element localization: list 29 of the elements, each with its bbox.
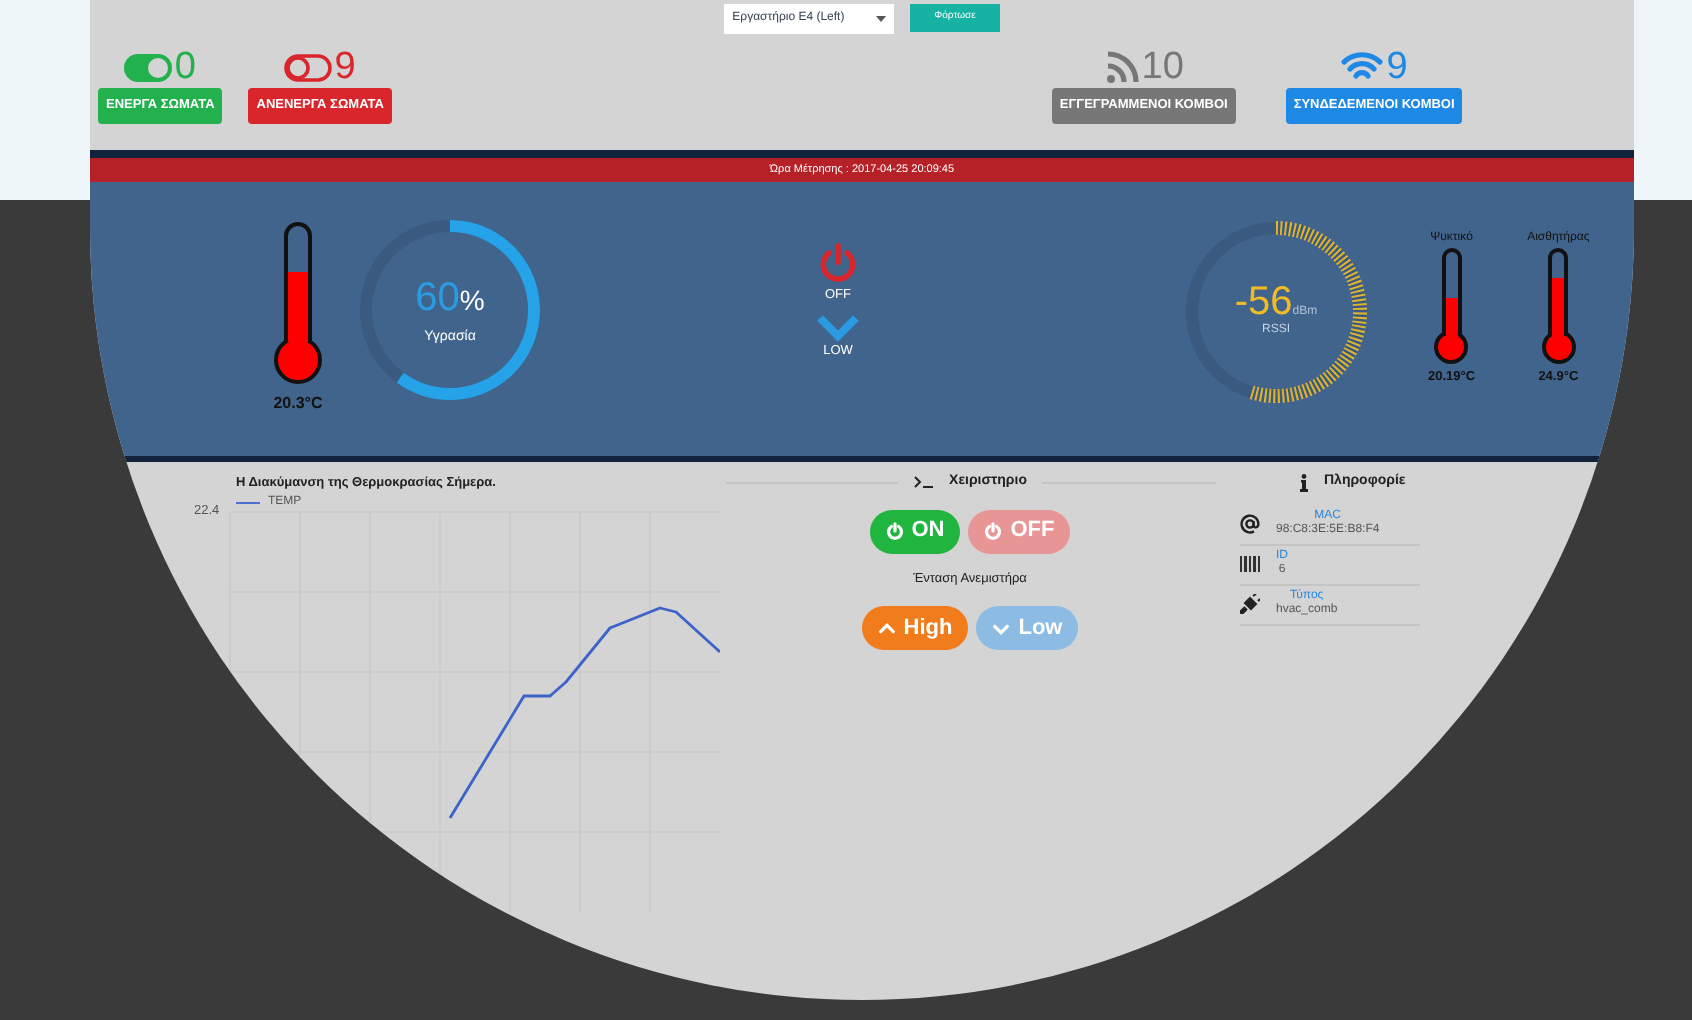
temperature-reading: 20.3°C bbox=[273, 392, 323, 417]
chevron-down-icon bbox=[992, 619, 1011, 638]
info-icon bbox=[1300, 473, 1308, 492]
toggle-on-icon bbox=[124, 53, 173, 82]
power-button[interactable]: OFF bbox=[968, 509, 1071, 553]
fan-speed-button[interactable]: Low bbox=[976, 606, 1079, 651]
power-icon bbox=[984, 522, 1003, 540]
chevron-up-icon bbox=[877, 619, 896, 638]
power-icon bbox=[885, 522, 904, 540]
counter-value: 0 bbox=[174, 48, 196, 87]
counter-value: 9 bbox=[1386, 48, 1408, 87]
power-button[interactable]: ON bbox=[869, 509, 961, 553]
humidity-value: 60 bbox=[415, 276, 460, 321]
power-icon bbox=[816, 241, 860, 286]
counter-value: 10 bbox=[1141, 48, 1184, 87]
terminal-icon bbox=[913, 476, 934, 489]
plug-icon bbox=[1240, 594, 1260, 614]
wifi-icon bbox=[1340, 50, 1385, 85]
rss-icon bbox=[1103, 49, 1140, 86]
chevron-down-icon bbox=[816, 313, 860, 341]
counter-value: 9 bbox=[334, 48, 356, 87]
rssi-value: -56 bbox=[1234, 282, 1293, 322]
caret-icon bbox=[876, 16, 887, 22]
humidity-unit: % bbox=[459, 284, 485, 317]
toggle-off-icon bbox=[284, 53, 333, 82]
barcode-icon bbox=[1240, 556, 1260, 572]
legend-line bbox=[236, 501, 260, 505]
at-sign-icon bbox=[1240, 514, 1260, 534]
fan-speed-button[interactable]: High bbox=[861, 606, 969, 651]
